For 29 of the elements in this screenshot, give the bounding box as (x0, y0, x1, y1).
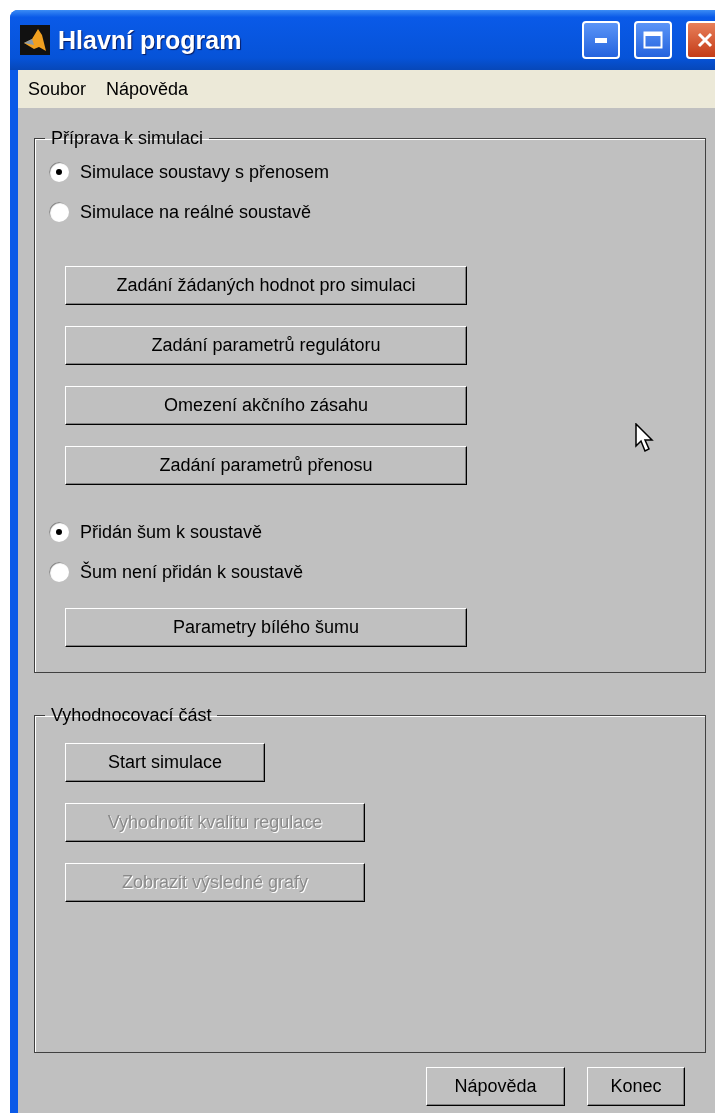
action-button[interactable]: Zadání parametrů přenosu (65, 446, 467, 485)
radio-button[interactable] (49, 202, 69, 222)
maximize-button[interactable] (634, 21, 672, 59)
menu-item[interactable]: Nápověda (98, 76, 197, 102)
radio-label[interactable]: Přidán šum k soustavě (80, 521, 263, 543)
action-button[interactable]: Parametry bílého šumu (65, 608, 467, 647)
app-logo-icon (20, 25, 50, 55)
radio-button[interactable] (49, 522, 69, 542)
minimize-button[interactable] (582, 21, 620, 59)
close-button[interactable] (686, 21, 715, 59)
maximize-icon (643, 31, 663, 49)
action-button[interactable]: Omezení akčního zásahu (65, 386, 467, 425)
action-button[interactable]: Zadání parametrů regulátoru (65, 326, 467, 365)
group-title: Vyhodnocovací část (50, 705, 213, 726)
close-icon (696, 31, 714, 49)
action-button[interactable]: Zadání žádaných hodnot pro simulaci (65, 266, 467, 305)
minimize-icon (595, 37, 607, 43)
action-button[interactable]: Start simulace (65, 743, 265, 782)
radio-button[interactable] (49, 162, 69, 182)
help-button[interactable]: Nápověda (426, 1067, 565, 1106)
radio-label[interactable]: Simulace na reálné soustavě (80, 201, 312, 223)
radio-label[interactable]: Šum není přidán k soustavě (80, 561, 304, 583)
menu-item[interactable]: Soubor (20, 76, 95, 102)
group-title: Příprava k simulaci (50, 128, 205, 149)
close-button[interactable]: Konec (587, 1067, 685, 1106)
radio-label[interactable]: Simulace soustavy s přenosem (80, 161, 330, 183)
window-title: Hlavní program (58, 25, 243, 55)
radio-button[interactable] (49, 562, 69, 582)
cursor-icon (635, 423, 655, 453)
